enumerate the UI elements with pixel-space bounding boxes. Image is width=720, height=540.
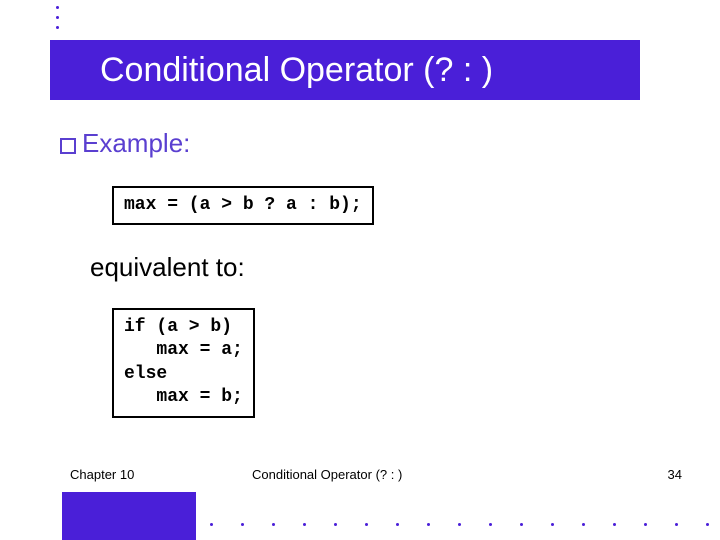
- footer-center-title: Conditional Operator (? : ): [252, 467, 402, 482]
- dot-icon: [427, 523, 430, 526]
- dot-icon: [241, 523, 244, 526]
- dot-icon: [396, 523, 399, 526]
- equivalent-label: equivalent to:: [90, 252, 245, 283]
- footer-chapter: Chapter 10: [70, 467, 134, 482]
- dot-icon: [520, 523, 523, 526]
- dot-icon: [365, 523, 368, 526]
- dot-icon: [56, 16, 59, 19]
- dot-icon: [551, 523, 554, 526]
- dot-icon: [613, 523, 616, 526]
- dot-icon: [56, 6, 59, 9]
- dot-icon: [644, 523, 647, 526]
- code-ternary: max = (a > b ? a : b);: [112, 186, 374, 225]
- dot-icon: [272, 523, 275, 526]
- footer-accent-band: [62, 492, 196, 540]
- decorative-dots-bottom: [210, 523, 709, 526]
- decorative-dots-top: [56, 6, 59, 29]
- dot-icon: [334, 523, 337, 526]
- bullet-example: Example:: [60, 128, 190, 159]
- dot-icon: [675, 523, 678, 526]
- dot-icon: [56, 26, 59, 29]
- slide-title: Conditional Operator (? : ): [100, 51, 493, 90]
- dot-icon: [303, 523, 306, 526]
- dot-icon: [210, 523, 213, 526]
- title-banner: Conditional Operator (? : ): [50, 40, 640, 100]
- dot-icon: [706, 523, 709, 526]
- dot-icon: [489, 523, 492, 526]
- dot-icon: [458, 523, 461, 526]
- code-ifelse: if (a > b) max = a; else max = b;: [112, 308, 255, 418]
- bullet-example-label: Example:: [82, 128, 190, 159]
- bullet-square-icon: [60, 138, 76, 154]
- footer-page-number: 34: [668, 467, 682, 482]
- dot-icon: [582, 523, 585, 526]
